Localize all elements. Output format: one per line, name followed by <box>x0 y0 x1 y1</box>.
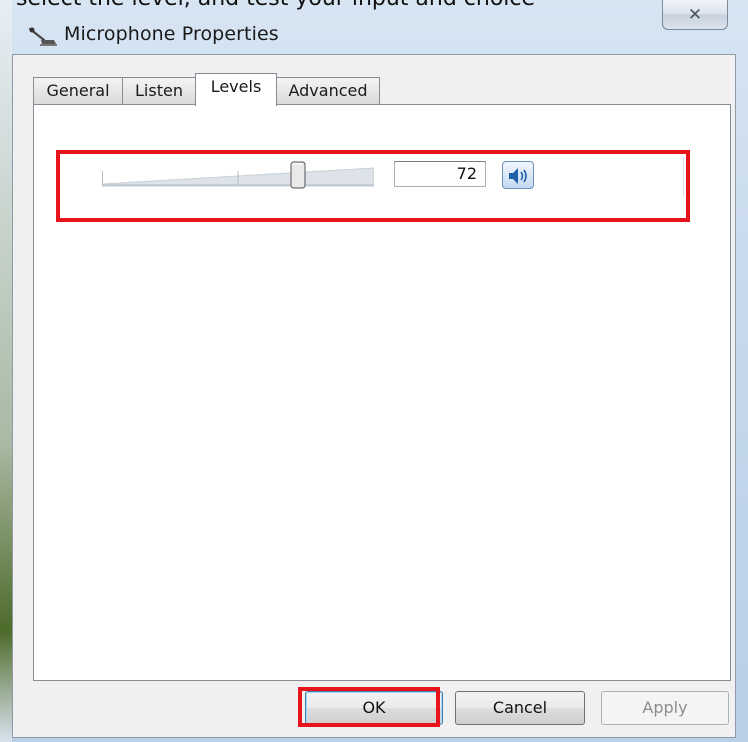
microphone-level-row: 72 <box>56 143 686 205</box>
apply-button[interactable]: Apply <box>601 691 729 725</box>
slider-track <box>102 167 374 187</box>
levels-tab-page: 72 <box>33 104 731 681</box>
slider-thumb[interactable] <box>289 161 307 189</box>
mute-toggle-button[interactable] <box>502 161 534 189</box>
tab-advanced[interactable]: Advanced <box>276 77 380 105</box>
window-frame-edge <box>0 0 12 742</box>
cancel-button[interactable]: Cancel <box>455 691 585 725</box>
level-value-field[interactable]: 72 <box>394 161 486 187</box>
ok-button[interactable]: OK <box>305 691 443 725</box>
tab-general[interactable]: General <box>33 77 123 105</box>
speaker-icon <box>509 168 527 184</box>
tab-listen[interactable]: Listen <box>122 77 196 105</box>
volume-slider[interactable] <box>102 161 374 189</box>
dialog-window: Microphone Properties ✕ General Listen L… <box>0 0 748 742</box>
page-caption-fragment: select the level, and test your input an… <box>0 0 748 14</box>
window-title: Microphone Properties <box>64 23 279 45</box>
tab-levels[interactable]: Levels <box>195 73 277 106</box>
microphone-icon <box>28 26 58 48</box>
stage: Microphone Properties ✕ General Listen L… <box>0 0 748 742</box>
dialog-client-area: General Listen Levels Advanced 72 OK Can… <box>12 54 736 738</box>
